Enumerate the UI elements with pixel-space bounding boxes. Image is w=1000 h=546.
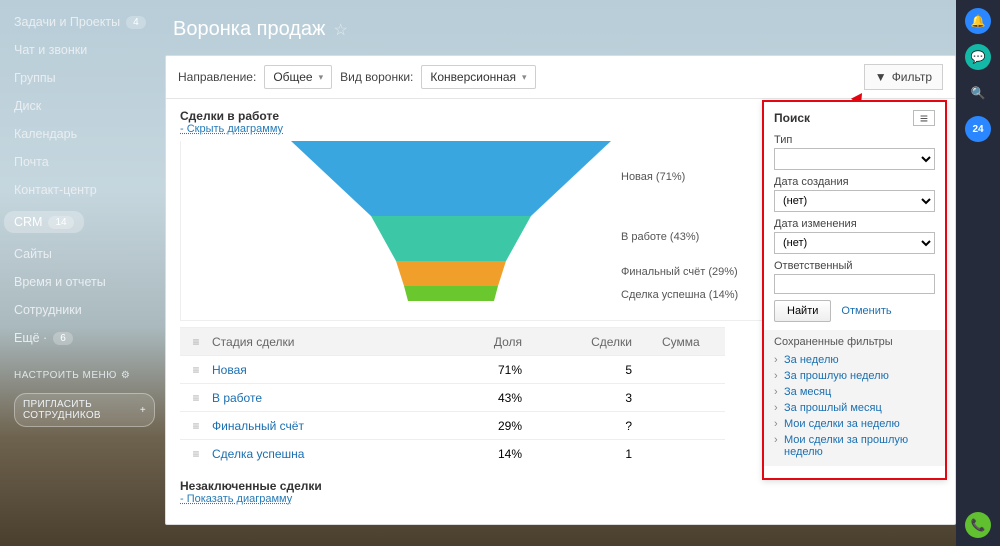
drag-icon[interactable]: ≡ xyxy=(180,447,212,461)
table-row: ≡ В работе 43% 3 xyxy=(180,383,725,411)
sidebar-item-more[interactable]: Ещё ·6 xyxy=(14,324,155,352)
configure-menu-link[interactable]: НАСТРОИТЬ МЕНЮ⚙ xyxy=(14,370,155,381)
sidebar-item-contact-center[interactable]: Контакт-центр xyxy=(14,176,155,204)
drag-icon[interactable]: ≡ xyxy=(180,391,212,405)
badge: 6 xyxy=(53,332,73,345)
unclosed-deals-title: Незаключенные сделки xyxy=(180,479,941,493)
sidebar-item-mail[interactable]: Почта xyxy=(14,148,155,176)
badge: 14 xyxy=(48,216,73,229)
funnel-stage-label: Новая (71%) xyxy=(621,171,685,183)
saved-filter-item[interactable]: Мои сделки за прошлую неделю xyxy=(774,432,935,460)
sidebar-item-time[interactable]: Время и отчеты xyxy=(14,268,155,296)
sidebar-item-crm[interactable]: CRM14 xyxy=(14,204,155,240)
sidebar-item-calendar[interactable]: Календарь xyxy=(14,120,155,148)
plus-icon: + xyxy=(140,405,146,416)
b24-badge[interactable]: 24 xyxy=(965,116,991,142)
filter-responsible-label: Ответственный xyxy=(774,260,935,272)
sidebar: Задачи и Проекты4 Чат и звонки Группы Ди… xyxy=(0,0,155,546)
gear-icon: ⚙ xyxy=(121,370,130,381)
saved-filter-item[interactable]: За прошлую неделю xyxy=(774,368,935,384)
chat-icon[interactable]: 💬 xyxy=(965,44,991,70)
filter-created-label: Дата создания xyxy=(774,176,935,188)
filter-type-select[interactable] xyxy=(774,148,935,170)
table-row: ≡ Финальный счёт 29% ? xyxy=(180,411,725,439)
saved-filter-item[interactable]: За неделю xyxy=(774,352,935,368)
saved-filter-item[interactable]: Мои сделки за неделю xyxy=(774,416,935,432)
main: Воронка продаж ☆ Направление: Общее▾ Вид… xyxy=(155,0,956,546)
col-sum[interactable]: Сумма xyxy=(662,335,722,349)
direction-label: Направление: xyxy=(178,70,256,84)
saved-filters: Сохраненные фильтры За неделю За прошлую… xyxy=(764,330,945,466)
sidebar-item-sites[interactable]: Сайты xyxy=(14,240,155,268)
list-view-icon[interactable] xyxy=(913,110,935,126)
show-diagram-link[interactable]: - Показать диаграмму xyxy=(180,493,941,505)
col-deals[interactable]: Сделки xyxy=(552,335,662,349)
chevron-down-icon: ▾ xyxy=(319,72,324,83)
sidebar-item-groups[interactable]: Группы xyxy=(14,64,155,92)
drag-icon[interactable]: ≡ xyxy=(180,419,212,433)
filter-modified-label: Дата изменения xyxy=(774,218,935,230)
page-title: Воронка продаж ☆ xyxy=(155,8,956,55)
filter-modified-select[interactable]: (нет) xyxy=(774,232,935,254)
find-button[interactable]: Найти xyxy=(774,300,831,322)
filter-panel: Поиск Тип Дата создания (нет) Дата измен… xyxy=(762,100,947,480)
drag-icon[interactable]: ≡ xyxy=(180,363,212,377)
search-icon[interactable]: 🔍 xyxy=(965,80,991,106)
table-row: ≡ Сделка успешна 14% 1 xyxy=(180,439,725,467)
sidebar-item-disk[interactable]: Диск xyxy=(14,92,155,120)
stage-link[interactable]: Финальный счёт xyxy=(212,419,432,433)
badge: 4 xyxy=(126,16,146,29)
sidebar-item-chat[interactable]: Чат и звонки xyxy=(14,36,155,64)
table-row: ≡ Новая 71% 5 xyxy=(180,355,725,383)
col-share[interactable]: Доля xyxy=(432,335,552,349)
filter-panel-title: Поиск xyxy=(774,111,810,125)
filter-created-select[interactable]: (нет) xyxy=(774,190,935,212)
direction-dropdown[interactable]: Общее▾ xyxy=(264,65,332,89)
right-rail: 🔔 💬 🔍 24 xyxy=(956,0,1000,546)
invite-button[interactable]: ПРИГЛАСИТЬ СОТРУДНИКОВ+ xyxy=(14,393,155,427)
star-icon[interactable]: ☆ xyxy=(333,20,347,40)
filter-icon: ▼ xyxy=(875,70,887,84)
funnel-stage-label: В работе (43%) xyxy=(621,231,699,243)
funnel-type-dropdown[interactable]: Конверсионная▾ xyxy=(421,65,535,89)
chevron-down-icon: ▾ xyxy=(522,72,527,83)
toolbar: Направление: Общее▾ Вид воронки: Конверс… xyxy=(166,56,955,99)
saved-filters-title: Сохраненные фильтры xyxy=(774,336,935,348)
filter-responsible-input[interactable] xyxy=(774,274,935,294)
stage-link[interactable]: Сделка успешна xyxy=(212,447,432,461)
col-stage[interactable]: Стадия сделки xyxy=(212,335,432,349)
saved-filter-item[interactable]: За месяц xyxy=(774,384,935,400)
stages-table: ≡ Стадия сделки Доля Сделки Сумма ≡ Нова… xyxy=(180,327,725,467)
stage-link[interactable]: Новая xyxy=(212,363,432,377)
filter-type-label: Тип xyxy=(774,134,935,146)
table-header: ≡ Стадия сделки Доля Сделки Сумма xyxy=(180,327,725,355)
filter-toggle-button[interactable]: ▼Фильтр xyxy=(864,64,943,90)
funnel-svg xyxy=(291,141,611,311)
bell-icon[interactable]: 🔔 xyxy=(965,8,991,34)
saved-filter-item[interactable]: За прошлый месяц xyxy=(774,400,935,416)
sidebar-item-tasks[interactable]: Задачи и Проекты4 xyxy=(14,8,155,36)
funnel-stage-label: Финальный счёт (29%) xyxy=(621,266,738,278)
drag-icon[interactable]: ≡ xyxy=(180,335,212,349)
stage-link[interactable]: В работе xyxy=(212,391,432,405)
cancel-link[interactable]: Отменить xyxy=(841,305,891,317)
sidebar-item-employees[interactable]: Сотрудники xyxy=(14,296,155,324)
content-panel: Направление: Общее▾ Вид воронки: Конверс… xyxy=(165,55,956,525)
funnel-stage-label: Сделка успешна (14%) xyxy=(621,289,738,301)
call-button[interactable]: 📞 xyxy=(965,512,991,538)
funnel-type-label: Вид воронки: xyxy=(340,70,413,84)
